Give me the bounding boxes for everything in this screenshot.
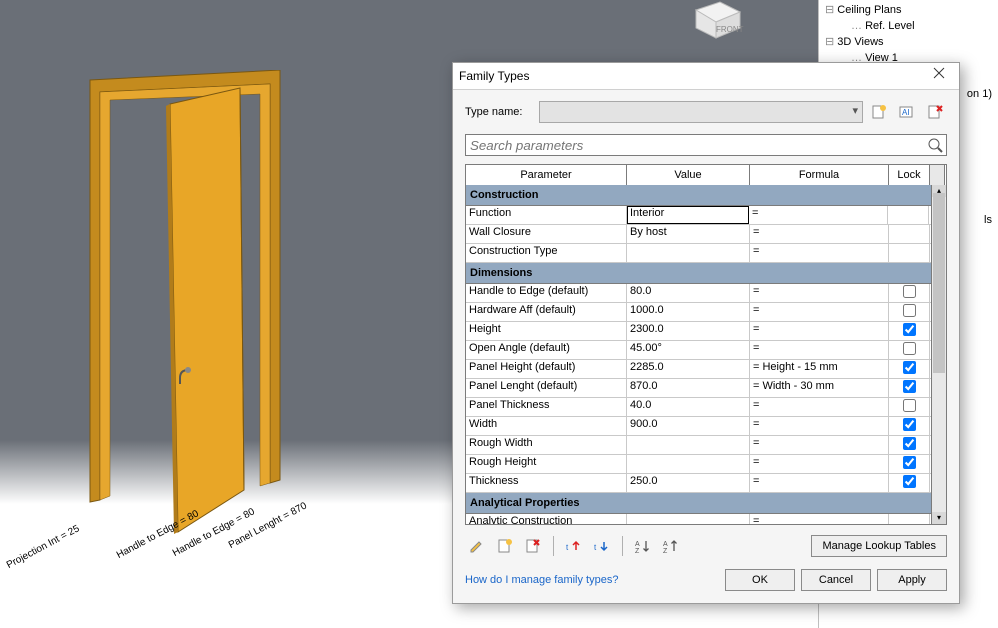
new-type-icon[interactable] [867, 100, 891, 124]
rename-type-icon[interactable]: AI [895, 100, 919, 124]
delete-param-icon[interactable] [521, 534, 545, 558]
lock-checkbox[interactable] [903, 342, 916, 355]
typename-label: Type name: [465, 106, 535, 118]
delete-type-icon[interactable] [923, 100, 947, 124]
svg-text:t: t [594, 543, 597, 552]
lock-checkbox[interactable] [903, 361, 916, 374]
row-width[interactable]: Width900.0= [466, 417, 946, 436]
row-panelheight[interactable]: Panel Height (default)2285.0= Height - 1… [466, 360, 946, 379]
lock-checkbox[interactable] [903, 399, 916, 412]
row-thickness[interactable]: Thickness250.0= [466, 474, 946, 493]
group-construction[interactable]: Construction⌵ [466, 185, 946, 206]
titlebar[interactable]: Family Types [453, 63, 959, 90]
lock-checkbox[interactable] [903, 323, 916, 336]
svg-text:A: A [635, 541, 640, 548]
svg-text:AI: AI [902, 108, 910, 117]
row-roughwidth[interactable]: Rough Width= [466, 436, 946, 455]
group-analytical[interactable]: Analytical Properties⌵ [466, 493, 946, 514]
dialog-title: Family Types [459, 69, 529, 83]
grid-body: Construction⌵ FunctionInterior= Wall Clo… [466, 185, 946, 524]
search-input[interactable] [465, 134, 947, 156]
row-function[interactable]: FunctionInterior= [466, 206, 946, 225]
row-openangle[interactable]: Open Angle (default)45.00°= [466, 341, 946, 360]
lock-checkbox[interactable] [903, 456, 916, 469]
type-select[interactable]: ▾ [539, 101, 863, 123]
svg-text:A: A [663, 541, 668, 548]
lock-checkbox[interactable] [903, 285, 916, 298]
family-types-dialog: Family Types Type name: ▾ AI Parameter V… [452, 62, 960, 604]
scroll-down-icon[interactable]: ▾ [932, 512, 946, 524]
row-panellength[interactable]: Panel Lenght (default)870.0= Width - 30 … [466, 379, 946, 398]
help-link[interactable]: How do I manage family types? [465, 574, 618, 586]
sort-asc-icon[interactable]: AZ [631, 534, 655, 558]
row-anacon[interactable]: Analytic Construction= [466, 514, 946, 524]
move-up-icon[interactable]: t [562, 534, 586, 558]
lock-checkbox[interactable] [903, 418, 916, 431]
header-lock[interactable]: Lock [889, 165, 930, 185]
tree-label: Ceiling Plans [837, 4, 901, 16]
sort-desc-icon[interactable]: AZ [659, 534, 683, 558]
search-icon [927, 137, 943, 156]
lock-checkbox[interactable] [903, 437, 916, 450]
apply-button[interactable]: Apply [877, 569, 947, 591]
row-panelthick[interactable]: Panel Thickness40.0= [466, 398, 946, 417]
tree-3d-views[interactable]: ⊟ 3D Views [825, 34, 992, 50]
door-3d-model [70, 70, 410, 540]
edit-param-icon[interactable] [465, 534, 489, 558]
row-wallclosure[interactable]: Wall ClosureBy host= [466, 225, 946, 244]
cancel-button[interactable]: Cancel [801, 569, 871, 591]
header-value[interactable]: Value [627, 165, 750, 185]
lock-checkbox[interactable] [903, 475, 916, 488]
scroll-thumb[interactable] [933, 193, 945, 373]
close-button[interactable] [925, 67, 953, 85]
header-parameter[interactable]: Parameter [466, 165, 627, 185]
row-consttype[interactable]: Construction Type= [466, 244, 946, 263]
svg-text:FRONT: FRONT [716, 25, 744, 34]
svg-text:Z: Z [663, 548, 668, 554]
row-hardware[interactable]: Hardware Aff (default)1000.0= [466, 303, 946, 322]
row-height[interactable]: Height2300.0= [466, 322, 946, 341]
move-down-icon[interactable]: t [590, 534, 614, 558]
viewcube[interactable]: FRONT [686, 0, 746, 42]
ok-button[interactable]: OK [725, 569, 795, 591]
tree-ceiling-plans[interactable]: ⊟ Ceiling Plans [825, 2, 992, 18]
tree-ref-level[interactable]: … Ref. Level [825, 18, 992, 34]
new-param-icon[interactable] [493, 534, 517, 558]
grid-header: Parameter Value Formula Lock [466, 165, 946, 186]
row-roughheight[interactable]: Rough Height= [466, 455, 946, 474]
lock-checkbox[interactable] [903, 304, 916, 317]
header-scroll-corner [930, 165, 945, 185]
tree-label: 3D Views [837, 36, 883, 48]
manage-lookup-button[interactable]: Manage Lookup Tables [811, 535, 947, 557]
vertical-scrollbar[interactable]: ▴ ▾ [931, 185, 946, 524]
tree-label: Ref. Level [865, 20, 915, 32]
lock-checkbox[interactable] [903, 380, 916, 393]
chevron-down-icon: ▾ [852, 104, 858, 117]
row-handleedge[interactable]: Handle to Edge (default)80.0= [466, 284, 946, 303]
parameter-grid: Parameter Value Formula Lock Constructio… [465, 164, 947, 525]
header-formula[interactable]: Formula [750, 165, 889, 185]
svg-text:t: t [566, 543, 569, 552]
svg-text:Z: Z [635, 548, 640, 554]
group-dimensions[interactable]: Dimensions⌵ [466, 263, 946, 284]
